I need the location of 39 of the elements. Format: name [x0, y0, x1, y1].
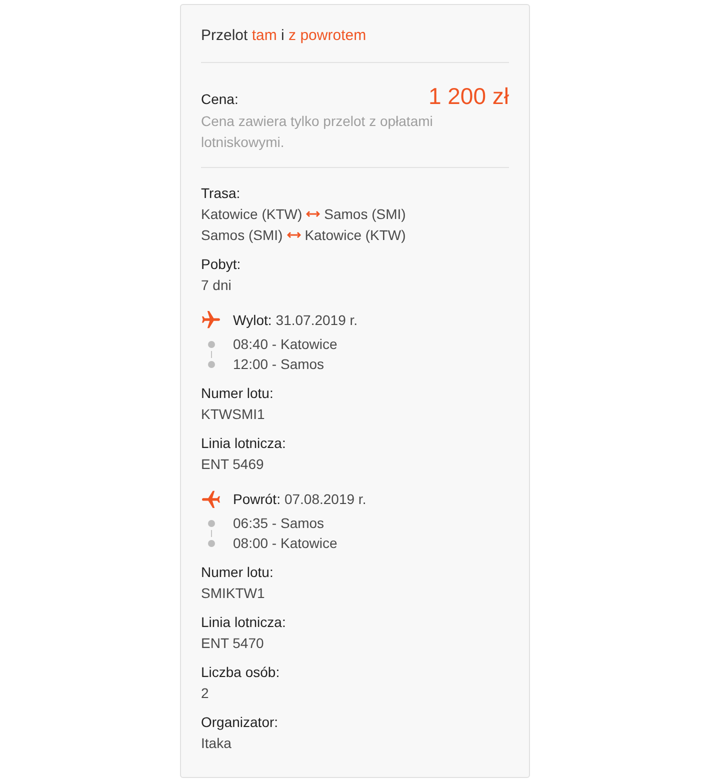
- price-amount: 1 200 zł: [428, 82, 509, 111]
- flight-stop: 06:35 - Samos: [233, 514, 326, 533]
- timeline-dot-icon: [208, 520, 214, 527]
- field-label: Organizator:: [201, 713, 280, 732]
- route-origin: Samos (SMI): [201, 226, 283, 245]
- flight-stop: 08:40 - Katowice: [233, 335, 338, 354]
- field-value: SMIKTW1: [201, 584, 266, 602]
- field-value: 7 dni: [201, 276, 232, 294]
- flight-stop: 12:00 - Samos: [233, 355, 326, 374]
- route-destination: Samos (SMI): [324, 205, 406, 224]
- flight-label: Wylot:: [233, 312, 272, 328]
- field-value: ENT 5470: [201, 634, 265, 652]
- flight-stop: 08:00 - Katowice: [233, 534, 338, 553]
- price-note: Cena zawiera tylko przelot z opłatami lotniskowymi.: [201, 112, 434, 152]
- field-label: Liczba osób:: [201, 663, 281, 682]
- field-label: Pobyt:: [201, 255, 242, 274]
- field-label: Linia lotnicza:: [201, 613, 287, 632]
- field-label: Trasa:: [201, 184, 242, 203]
- trip-title: Przelot tam i z powrotem: [201, 26, 368, 46]
- flight-date: 31.07.2019 r.: [276, 312, 358, 328]
- field-value: ENT 5469: [201, 454, 265, 474]
- price-label: Cena:: [201, 90, 238, 109]
- timeline-dot-icon: [208, 540, 214, 547]
- timeline-dot-icon: [208, 361, 214, 368]
- double-arrow-icon: [286, 230, 301, 239]
- field-value: KTWSMI1: [201, 404, 266, 424]
- field-label: Numer lotu:: [201, 384, 274, 403]
- flight-date: 07.08.2019 r.: [284, 491, 366, 507]
- timeline-dot-icon: [208, 341, 214, 348]
- field-label: Linia lotnicza:: [201, 434, 287, 453]
- field-value: Itaka: [201, 734, 232, 752]
- timeline-connector: [210, 351, 212, 358]
- double-arrow-icon: [306, 210, 320, 218]
- timeline-connector: [210, 530, 212, 537]
- route-destination: Katowice (KTW): [304, 226, 406, 245]
- flight-label: Powrót:: [233, 491, 280, 507]
- field-label: Numer lotu:: [201, 563, 274, 582]
- route-origin: Katowice (KTW): [201, 205, 302, 224]
- field-value: 2: [201, 684, 210, 702]
